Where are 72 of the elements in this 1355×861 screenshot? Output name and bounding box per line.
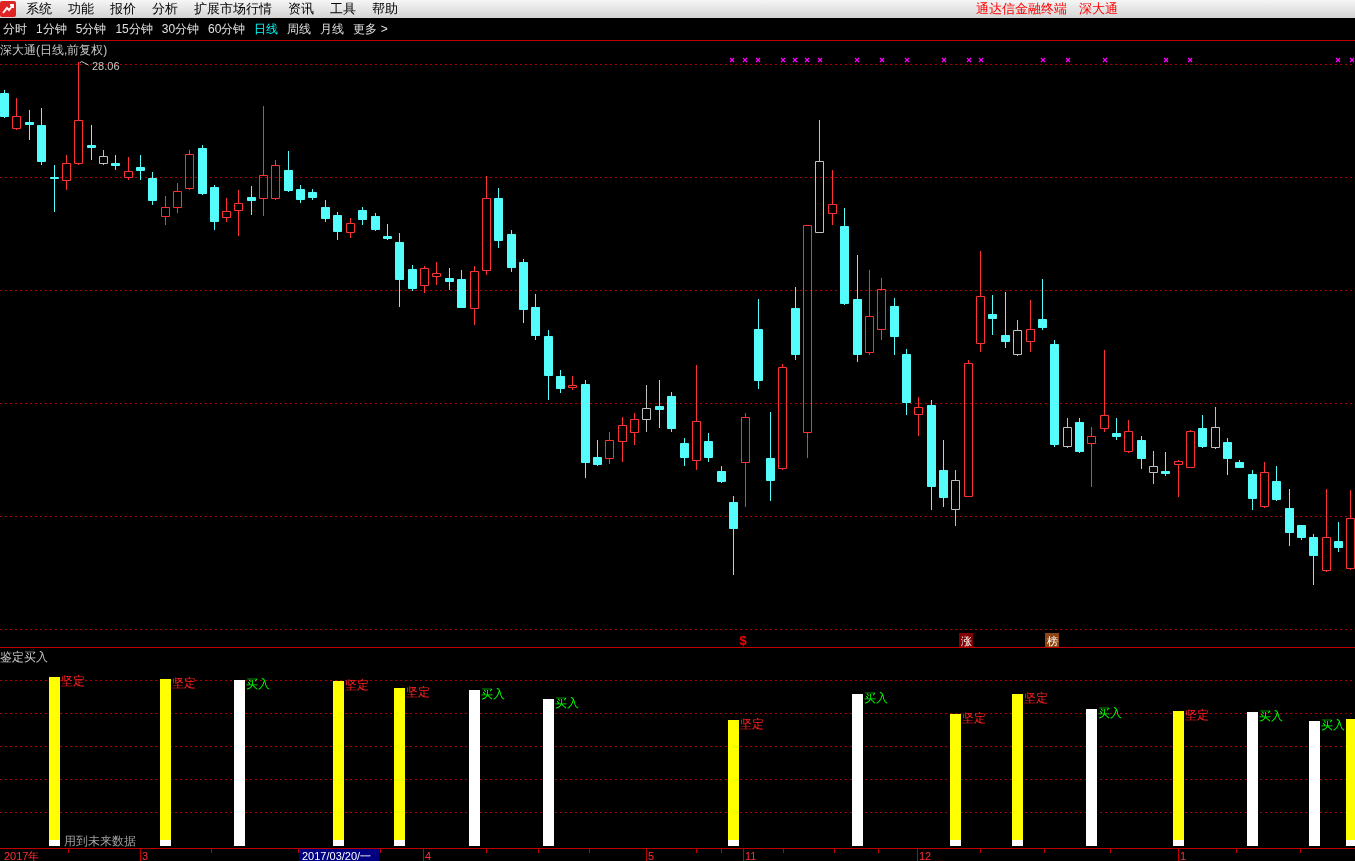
- dollar-marker: $: [739, 633, 747, 647]
- leader-line: [79, 61, 89, 66]
- period-tab[interactable]: 日线: [254, 20, 279, 38]
- period-tab[interactable]: 60分钟: [208, 20, 246, 38]
- signal-label: 坚定: [1185, 708, 1209, 722]
- x-mark-icon: [854, 57, 860, 63]
- axis-label: 5: [648, 849, 655, 861]
- axis-label: 1: [1180, 849, 1187, 861]
- x-mark-icon: [1102, 57, 1108, 63]
- x-mark-icon: [941, 57, 947, 63]
- axis-label: 12: [919, 849, 932, 861]
- menu-item[interactable]: 帮助: [364, 0, 406, 18]
- signal-label: 坚定: [61, 674, 85, 688]
- event-badge: 涨: [959, 633, 973, 647]
- signal-label: 买入: [864, 691, 888, 705]
- stock-name: 深大通: [1079, 0, 1118, 18]
- menu-item[interactable]: 资讯: [280, 0, 322, 18]
- x-mark-icon: [780, 57, 786, 63]
- future-data-note: 用到未来数据: [64, 834, 136, 848]
- x-mark-icon: [1065, 57, 1071, 63]
- period-tab[interactable]: 分时: [3, 20, 27, 38]
- menu-item[interactable]: 分析: [144, 0, 186, 18]
- signal-label: 买入: [1321, 718, 1345, 732]
- x-mark-icon: [966, 57, 972, 63]
- period-tab[interactable]: 周线: [287, 20, 312, 38]
- menu-item[interactable]: 扩展市场行情: [186, 0, 280, 18]
- app-logo-icon: [0, 1, 16, 17]
- signal-label: 坚定: [1024, 691, 1048, 705]
- indicator-title: 鉴定买入: [0, 650, 48, 664]
- event-badge: 榜: [1045, 633, 1059, 647]
- menu-item[interactable]: 工具: [322, 0, 364, 18]
- x-mark-icon: [1187, 57, 1193, 63]
- signal-label: 买入: [1259, 709, 1283, 723]
- menu-item[interactable]: 功能: [60, 0, 102, 18]
- period-tab[interactable]: 更多 >: [353, 20, 388, 38]
- menu-item[interactable]: 系统: [18, 0, 60, 18]
- x-mark-icon: [755, 57, 761, 63]
- x-mark-icon: [1349, 57, 1355, 63]
- period-tab[interactable]: 月线: [320, 20, 345, 38]
- high-price-label: 28.06: [92, 60, 120, 72]
- x-mark-icon: [742, 57, 748, 63]
- signal-label: 坚定: [740, 717, 764, 731]
- chart-title: 深大通(日线,前复权): [0, 43, 108, 57]
- axis-label: 3: [142, 849, 149, 861]
- signal-label: 买入: [555, 696, 579, 710]
- x-mark-icon: [904, 57, 910, 63]
- period-tab[interactable]: 1分钟: [36, 20, 67, 38]
- signal-label: 买入: [246, 677, 270, 691]
- x-mark-icon: [1040, 57, 1046, 63]
- menu-item[interactable]: 报价: [102, 0, 144, 18]
- period-tab[interactable]: 5分钟: [75, 20, 107, 38]
- period-tab[interactable]: 30分钟: [161, 20, 200, 38]
- x-mark-icon: [792, 57, 798, 63]
- signal-label: 买入: [481, 687, 505, 701]
- x-mark-icon: [817, 57, 823, 63]
- x-mark-icon: [1335, 57, 1341, 63]
- x-mark-icon: [1163, 57, 1169, 63]
- x-mark-icon: [729, 57, 735, 63]
- axis-label: 4: [425, 849, 432, 861]
- axis-label: 2017年: [4, 849, 40, 861]
- axis-label: 11: [745, 849, 757, 861]
- signal-label: 坚定: [345, 678, 369, 692]
- signal-label: 坚定: [406, 685, 430, 699]
- date-cursor-label: 2017/03/20/一: [299, 849, 379, 861]
- signal-label: 买入: [1098, 706, 1122, 720]
- app-title: 通达信金融终端: [976, 0, 1067, 18]
- x-mark-icon: [879, 57, 885, 63]
- x-mark-icon: [978, 57, 984, 63]
- x-mark-icon: [804, 57, 810, 63]
- signal-label: 坚定: [962, 711, 986, 725]
- period-tab[interactable]: 15分钟: [115, 20, 153, 38]
- signal-label: 坚定: [172, 676, 196, 690]
